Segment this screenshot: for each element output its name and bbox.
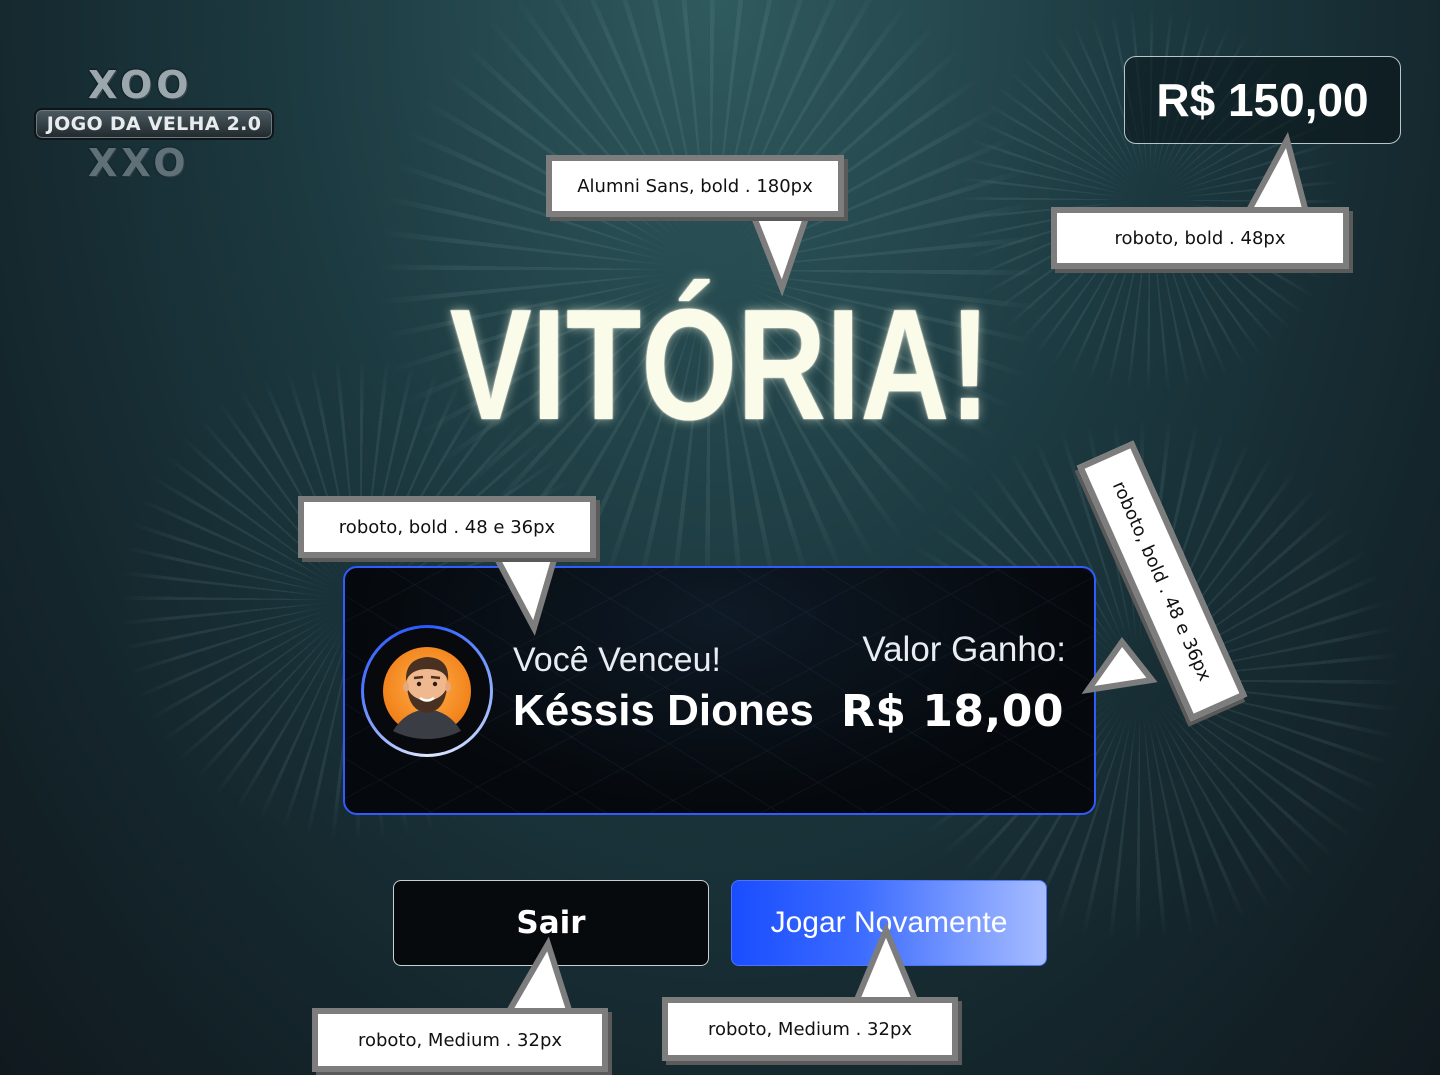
result-card: Você Venceu! Késsis Diones Valor Ganho: … bbox=[343, 566, 1096, 815]
again-font-note: roboto, Medium . 32px bbox=[662, 997, 958, 1061]
exit-button[interactable]: Sair bbox=[393, 880, 709, 966]
avatar bbox=[361, 625, 493, 757]
winner-name: Késsis Diones bbox=[513, 686, 814, 735]
exit-font-note: roboto, Medium . 32px bbox=[312, 1008, 608, 1072]
logo-banner: JOGO DA VELHA 2.0 bbox=[34, 108, 274, 140]
logo-bottom-symbols: XXO bbox=[88, 141, 190, 185]
title-font-note: Alumni Sans, bold . 180px bbox=[546, 155, 844, 217]
logo-top-symbols: XOO bbox=[88, 63, 193, 107]
prize-font-callout: roboto, bold . 48 e 36px bbox=[1060, 432, 1248, 732]
balance-font-note: roboto, bold . 48px bbox=[1051, 207, 1349, 269]
balance-display: R$ 150,00 bbox=[1124, 56, 1401, 144]
prize-value: R$ 18,00 bbox=[841, 686, 1064, 737]
winner-font-note: roboto, bold . 48 e 36px bbox=[298, 496, 596, 558]
victory-title: VITÓRIA! bbox=[449, 277, 991, 453]
prize-label: Valor Ganho: bbox=[862, 630, 1066, 669]
game-logo: XOO JOGO DA VELHA 2.0 XXO bbox=[34, 66, 274, 186]
winner-label: Você Venceu! bbox=[513, 641, 721, 679]
user-avatar-icon bbox=[383, 647, 471, 739]
play-again-button[interactable]: Jogar Novamente bbox=[731, 880, 1047, 966]
